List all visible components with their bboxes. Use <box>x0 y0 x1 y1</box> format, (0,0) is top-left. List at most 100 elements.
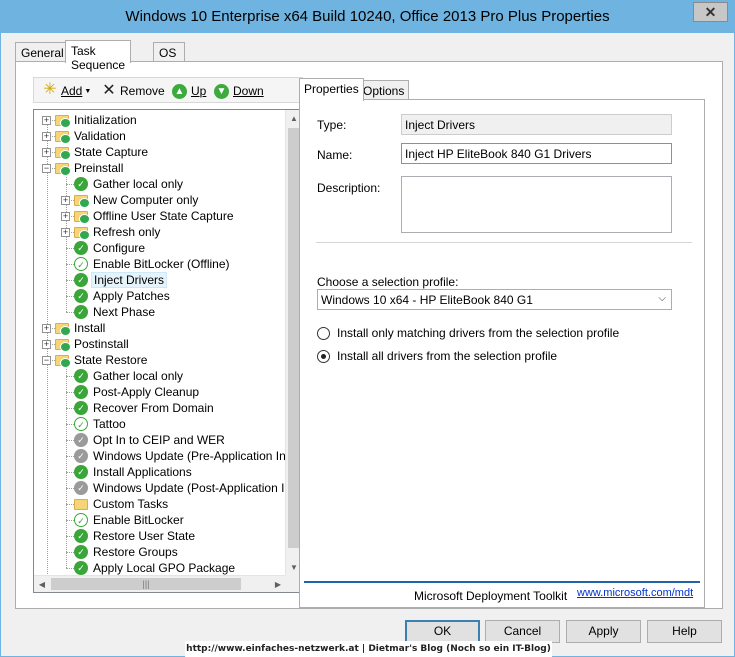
expand-icon[interactable]: + <box>42 132 51 141</box>
tree-step-item[interactable]: ✓ Recover From Domain <box>74 400 216 416</box>
tree-step-item[interactable]: ✓ Restore Groups <box>74 544 180 560</box>
tree-group-item[interactable]: Install <box>55 320 107 336</box>
tree-group-item[interactable]: Initialization <box>55 112 139 128</box>
green-check-icon: ✓ <box>74 401 88 415</box>
green-check-icon: ✓ <box>74 305 88 319</box>
radio-install-matching[interactable]: Install only matching drivers from the s… <box>317 326 619 340</box>
tree-item-label: Windows Update (Pre-Application Inst <box>93 449 296 463</box>
green-check-icon: ✓ <box>74 561 88 575</box>
tree-connector <box>66 312 74 313</box>
tab-os-info[interactable]: OS Info <box>153 42 186 74</box>
tree-step-item[interactable]: ✓ Inject Drivers <box>74 272 168 288</box>
tree-step-item[interactable]: ✓ Configure <box>74 240 147 256</box>
tab-properties[interactable]: Properties <box>299 78 364 101</box>
ok-button[interactable]: OK <box>405 620 480 643</box>
add-button[interactable]: ✳ Add ▼ <box>42 82 91 99</box>
folder-check-icon <box>55 146 71 160</box>
tree-group-item[interactable]: Validation <box>55 128 128 144</box>
disabled-check-icon: ✓ <box>74 449 88 463</box>
tab-task-sequence[interactable]: Task Sequence <box>65 40 132 72</box>
close-button[interactable]: ✕ <box>693 2 728 22</box>
tree-item-label: Tattoo <box>93 417 126 431</box>
tree-step-item[interactable]: ✓ Enable BitLocker (Offline) <box>74 256 232 272</box>
tree-step-item[interactable]: ✓ Gather local only <box>74 176 185 192</box>
cancel-button[interactable]: Cancel <box>485 620 560 643</box>
tree-step-item[interactable]: ✓ Gather local only <box>74 368 185 384</box>
sequence-toolbar: ✳ Add ▼ ✕ Remove ▲ Up ▼ Down <box>33 77 303 103</box>
description-field[interactable] <box>401 176 672 233</box>
tree-connector <box>66 280 74 281</box>
collapse-icon[interactable]: − <box>42 164 51 173</box>
task-sequence-tree[interactable]: + Initialization + Validation + State Capture… <box>33 109 303 593</box>
step-properties-pane: Properties Options Type: Inject Drivers … <box>299 78 705 608</box>
tree-connector <box>66 264 74 265</box>
apply-button[interactable]: Apply <box>566 620 641 643</box>
tab-options[interactable]: Options <box>358 80 410 100</box>
disabled-check-icon: ✓ <box>74 481 88 495</box>
mdt-link[interactable]: www.microsoft.com/mdt <box>577 587 693 599</box>
tree-group-item[interactable]: Offline User State Capture <box>74 208 236 224</box>
tree-connector <box>66 392 74 393</box>
expand-icon[interactable]: + <box>61 212 70 221</box>
scroll-thumb-horizontal[interactable]: ||| <box>51 578 241 590</box>
tree-item-label: Offline User State Capture <box>93 209 234 223</box>
tree-step-item[interactable]: Custom Tasks <box>74 496 170 512</box>
green-check-icon: ✓ <box>74 545 88 559</box>
tree-item-label: Enable BitLocker (Offline) <box>93 257 230 271</box>
tree-group-item[interactable]: Postinstall <box>55 336 131 352</box>
remove-button[interactable]: ✕ Remove <box>102 82 165 99</box>
properties-panel: Type: Inject Drivers Name: Inject HP Eli… <box>299 99 705 608</box>
tree-connector <box>66 366 67 568</box>
scroll-grip: ||| <box>142 579 150 589</box>
folder-check-icon <box>74 210 90 224</box>
check-outline-icon: ✓ <box>74 417 88 431</box>
tree-step-item[interactable]: ✓ Windows Update (Post-Application Ins <box>74 480 299 496</box>
tree-step-item[interactable]: ✓ Restore User State <box>74 528 197 544</box>
down-button[interactable]: ▼ Down <box>214 83 264 99</box>
expand-icon[interactable]: + <box>61 228 70 237</box>
radio-all-label: Install all drivers from the selection p… <box>337 349 558 363</box>
tree-step-item[interactable]: ✓ Install Applications <box>74 464 194 480</box>
title-bar[interactable]: Windows 10 Enterprise x64 Build 10240, O… <box>1 1 734 33</box>
tree-group-item[interactable]: New Computer only <box>74 192 200 208</box>
tree-step-item[interactable]: ✓ Apply Local GPO Package <box>74 560 237 576</box>
tree-horizontal-scrollbar[interactable]: ◀ ||| ▶ <box>34 575 286 592</box>
help-button[interactable]: Help <box>647 620 722 643</box>
tree-step-item[interactable]: ✓ Opt In to CEIP and WER <box>74 432 227 448</box>
tree-step-item[interactable]: ✓ Enable BitLocker <box>74 512 186 528</box>
tree-step-item[interactable]: ✓ Windows Update (Pre-Application Inst <box>74 448 297 464</box>
tree-step-item[interactable]: ✓ Apply Patches <box>74 288 172 304</box>
radio-install-all[interactable]: Install all drivers from the selection p… <box>317 349 557 363</box>
disabled-check-icon: ✓ <box>74 433 88 447</box>
tree-step-item[interactable]: ✓ Tattoo <box>74 416 128 432</box>
tree-group-item[interactable]: State Restore <box>55 352 149 368</box>
tree-step-item[interactable]: ✓ Next Phase <box>74 304 157 320</box>
tree-group-item[interactable]: State Capture <box>55 144 150 160</box>
tree-item-label: Restore User State <box>93 529 196 543</box>
green-check-icon: ✓ <box>74 289 88 303</box>
expand-icon[interactable]: + <box>42 116 51 125</box>
tree-step-item[interactable]: ✓ Post-Apply Cleanup <box>74 384 201 400</box>
tree-connector <box>66 504 74 505</box>
expand-icon[interactable]: + <box>61 196 70 205</box>
tree-item-label: Enable BitLocker <box>93 513 184 527</box>
tree-item-label: Inject Drivers <box>91 272 168 288</box>
expand-icon[interactable]: + <box>42 340 51 349</box>
name-field[interactable]: Inject HP EliteBook 840 G1 Drivers <box>401 143 672 164</box>
tree-connector <box>66 472 74 473</box>
selection-profile-select[interactable]: Windows 10 x64 - HP EliteBook 840 G1 ⌵ <box>317 289 672 310</box>
green-check-icon: ✓ <box>74 241 88 255</box>
up-button[interactable]: ▲ Up <box>172 83 206 99</box>
tree-connector <box>47 120 48 580</box>
scroll-right-icon[interactable]: ▶ <box>270 576 286 592</box>
scroll-left-icon[interactable]: ◀ <box>34 576 50 592</box>
collapse-icon[interactable]: − <box>42 356 51 365</box>
tab-general[interactable]: General <box>15 42 70 62</box>
expand-icon[interactable]: + <box>42 324 51 333</box>
tree-group-item[interactable]: Refresh only <box>74 224 162 240</box>
remove-label: Remove <box>120 84 165 98</box>
expand-icon[interactable]: + <box>42 148 51 157</box>
x-icon: ✕ <box>102 82 116 99</box>
tree-group-item[interactable]: Preinstall <box>55 160 125 176</box>
task-sequence-panel: ✳ Add ▼ ✕ Remove ▲ Up ▼ Down + Initializ… <box>15 61 723 609</box>
